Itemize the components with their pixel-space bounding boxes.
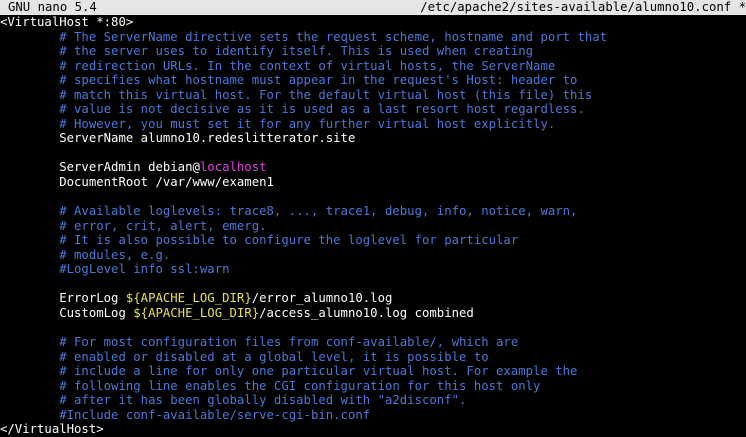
editor-line[interactable]: ServerName alumno10.redeslitterator.site bbox=[0, 131, 746, 146]
app-version-label: GNU nano 5.4 bbox=[8, 0, 97, 14]
editor-line[interactable] bbox=[0, 320, 746, 335]
server-admin-text: ServerAdmin debian@ bbox=[0, 160, 200, 175]
editor-line[interactable]: # include a line for only one particular… bbox=[0, 364, 746, 379]
localhost-highlight: localhost bbox=[199, 160, 267, 175]
editor-line[interactable]: # However, you must set it for any furth… bbox=[0, 117, 746, 132]
editor-line[interactable]: # enabled or disabled at a global level,… bbox=[0, 350, 746, 365]
editor-line[interactable]: # The ServerName directive sets the requ… bbox=[0, 30, 746, 45]
editor-text-area[interactable]: <VirtualHost *:80> # The ServerName dire… bbox=[0, 15, 746, 436]
editor-line[interactable]: # It is also possible to configure the l… bbox=[0, 233, 746, 248]
editor-line[interactable]: # specifies what hostname must appear in… bbox=[0, 73, 746, 88]
editor-line[interactable]: ServerAdmin debian@localhost bbox=[0, 160, 746, 175]
editor-line[interactable]: # modules, e.g. bbox=[0, 248, 746, 263]
editor-line[interactable]: # Available loglevels: trace8, ..., trac… bbox=[0, 204, 746, 219]
editor-line[interactable]: ErrorLog ${APACHE_LOG_DIR}/error_alumno1… bbox=[0, 291, 746, 306]
editor-line[interactable] bbox=[0, 277, 746, 292]
editor-line[interactable]: # match this virtual host. For the defau… bbox=[0, 88, 746, 103]
editor-line[interactable]: # following line enables the CGI configu… bbox=[0, 379, 746, 394]
errorlog-directive: ErrorLog bbox=[0, 291, 126, 306]
errorlog-path: /error_alumno10.log bbox=[251, 291, 393, 306]
apache-log-dir-variable: ${APACHE_LOG_DIR} bbox=[133, 305, 260, 320]
editor-line[interactable]: <VirtualHost *:80> bbox=[0, 15, 746, 30]
apache-log-dir-variable: ${APACHE_LOG_DIR} bbox=[125, 291, 252, 306]
editor-line[interactable]: # error, crit, alert, emerg. bbox=[0, 219, 746, 234]
editor-line[interactable]: # For most configuration files from conf… bbox=[0, 335, 746, 350]
file-path-label: /etc/apache2/sites-available/alumno10.co… bbox=[420, 0, 746, 14]
customlog-directive: CustomLog bbox=[0, 305, 134, 320]
editor-line[interactable]: # the server uses to identify itself. Th… bbox=[0, 44, 746, 59]
editor-line[interactable]: CustomLog ${APACHE_LOG_DIR}/access_alumn… bbox=[0, 306, 746, 321]
editor-line[interactable]: #Include conf-available/serve-cgi-bin.co… bbox=[0, 408, 746, 423]
editor-line[interactable]: DocumentRoot /var/www/examen1 bbox=[0, 175, 746, 190]
editor-line[interactable] bbox=[0, 146, 746, 161]
nano-title-bar: GNU nano 5.4 /etc/apache2/sites-availabl… bbox=[0, 0, 746, 15]
editor-line[interactable]: #LogLevel info ssl:warn bbox=[0, 262, 746, 277]
editor-line[interactable] bbox=[0, 190, 746, 205]
editor-line[interactable]: # after it has been globally disabled wi… bbox=[0, 393, 746, 408]
customlog-path: /access_alumno10.log combined bbox=[259, 305, 474, 320]
editor-line[interactable]: # value is not decisive as it is used as… bbox=[0, 102, 746, 117]
editor-line[interactable]: # redirection URLs. In the context of vi… bbox=[0, 59, 746, 74]
